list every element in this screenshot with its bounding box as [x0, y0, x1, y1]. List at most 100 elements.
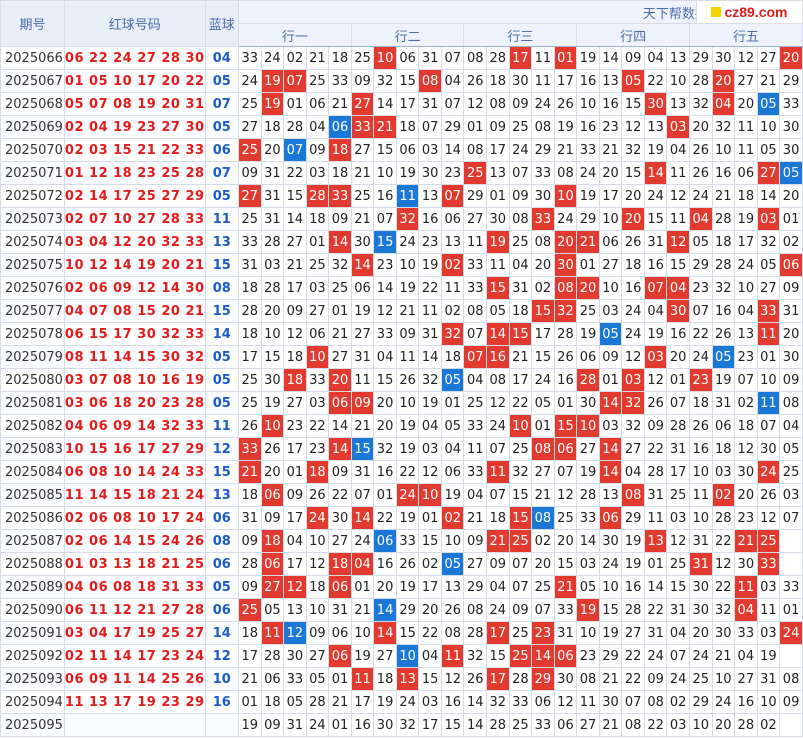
number-cell: 24: [260, 46, 285, 70]
number-cell: 28: [305, 690, 330, 714]
number-cell: 01: [373, 483, 397, 507]
number-cell: 27: [350, 322, 375, 346]
number-cell: 31: [711, 391, 736, 415]
number-cell: 07: [283, 69, 307, 93]
number-cell: 27: [350, 92, 375, 116]
number-cell: 32: [418, 368, 442, 392]
number-cell: 07: [486, 483, 510, 507]
number-cell: 10: [260, 414, 285, 438]
number-cell: 19: [553, 115, 578, 139]
number-cell: 21: [486, 529, 510, 553]
red-balls-cell: 02 06 09 12 14 30: [63, 276, 206, 300]
number-cell: 30: [508, 69, 533, 93]
table-row: 2025073 02 07 10 27 28 33 11 25 31 14 18 09 21 07…: [0, 207, 803, 231]
blue-ball-cell: 08: [204, 529, 240, 553]
number-cell: 32: [711, 598, 736, 622]
number-cell: 11: [643, 506, 668, 530]
number-cell: 05: [598, 322, 623, 346]
blue-ball-cell: 07: [204, 161, 240, 185]
number-cell: 21: [373, 115, 397, 139]
number-cell: 11: [418, 299, 442, 323]
number-cell: 04: [643, 46, 668, 70]
number-cell: 06: [711, 414, 736, 438]
number-cell: 17: [350, 690, 375, 714]
number-cell: 20: [711, 69, 736, 93]
number-cell: 19: [576, 46, 600, 70]
number-cell: 33: [238, 230, 262, 254]
red-balls-cell: 04 07 08 15 20 21: [63, 299, 206, 323]
number-cell: 03: [305, 391, 330, 415]
number-cell: 27: [283, 391, 307, 415]
number-cell: 27: [531, 460, 555, 484]
number-cell: 18: [305, 460, 330, 484]
number-cell: 09: [305, 138, 330, 162]
number-cell: 20: [373, 391, 397, 415]
number-cell: 08: [531, 115, 555, 139]
period-cell: 2025090: [0, 598, 65, 622]
logo-square-icon: [711, 7, 722, 17]
number-cell: 19: [260, 391, 285, 415]
number-cell: 11: [395, 345, 420, 369]
number-cell: 27: [463, 552, 488, 576]
number-cell: 21: [328, 690, 352, 714]
number-cell: 14: [643, 161, 668, 185]
number-cell: 22: [643, 713, 668, 737]
number-cell: 08: [463, 138, 488, 162]
number-cell: 07: [283, 138, 307, 162]
blue-ball-cell: 14: [204, 322, 240, 346]
number-cell: 31: [238, 253, 262, 277]
blue-header: 蓝球: [204, 0, 240, 47]
number-cell: 31: [350, 345, 375, 369]
number-cell: 24: [305, 713, 330, 737]
number-cell: 13: [395, 667, 420, 691]
number-cell: 19: [395, 414, 420, 438]
number-cell: 10: [553, 184, 578, 208]
number-cell: 28: [305, 184, 330, 208]
number-cell: 27: [373, 644, 397, 668]
number-cell: 27: [621, 621, 645, 645]
number-cell: 24: [643, 644, 668, 668]
number-cell: 06: [395, 46, 420, 70]
number-cell: 30: [576, 391, 600, 415]
number-cell: 09: [779, 276, 803, 300]
number-cell: 07: [666, 391, 690, 415]
red-balls-cell: 01 03 13 18 21 25: [63, 552, 206, 576]
red-balls-cell: 02 03 15 21 22 33: [63, 138, 206, 162]
number-cell: 28: [734, 713, 758, 737]
period-cell: 2025068: [0, 92, 65, 116]
table-row: 2025095 19 09 31 24 01 16 30 32 17 15 14 28 25 33 06 27 2…: [0, 713, 803, 737]
number-cell: 32: [440, 322, 465, 346]
number-cell: 21: [350, 161, 375, 185]
number-cell: 30: [350, 230, 375, 254]
number-cell: 13: [666, 92, 690, 116]
number-cell: 32: [711, 115, 736, 139]
group-header-2: 行二: [350, 23, 465, 47]
red-balls-cell: 02 04 19 23 27 30: [63, 115, 206, 139]
number-cell: 09: [621, 46, 645, 70]
number-cell: 28: [463, 621, 488, 645]
site-logo[interactable]: cz89.com: [696, 0, 803, 24]
number-cell: 15: [418, 529, 442, 553]
number-cell: 12: [666, 529, 690, 553]
number-cell: 04: [666, 276, 690, 300]
period-cell: 2025084: [0, 460, 65, 484]
number-cell: 21: [553, 575, 578, 599]
number-cell: 06: [553, 713, 578, 737]
number-cell: 10: [711, 667, 736, 691]
number-cell: 11: [531, 69, 555, 93]
number-cell: 19: [621, 552, 645, 576]
number-cell: 09: [283, 299, 307, 323]
number-cell: 25: [238, 92, 262, 116]
number-cell: 25: [238, 391, 262, 415]
number-cell: 04: [666, 621, 690, 645]
blue-ball-cell: 10: [204, 667, 240, 691]
number-cell: 28: [238, 299, 262, 323]
number-cell: 02: [711, 483, 736, 507]
period-cell: 2025067: [0, 69, 65, 93]
red-balls-cell: [63, 713, 206, 737]
table-row: 2025066 06 22 24 27 28 30 04 33 24 02 21 18 25 10…: [0, 46, 803, 70]
number-cell: 30: [779, 115, 803, 139]
red-balls-cell: 02 06 08 10 17 24: [63, 506, 206, 530]
number-cell: 20: [711, 713, 736, 737]
number-cell: 18: [440, 345, 465, 369]
